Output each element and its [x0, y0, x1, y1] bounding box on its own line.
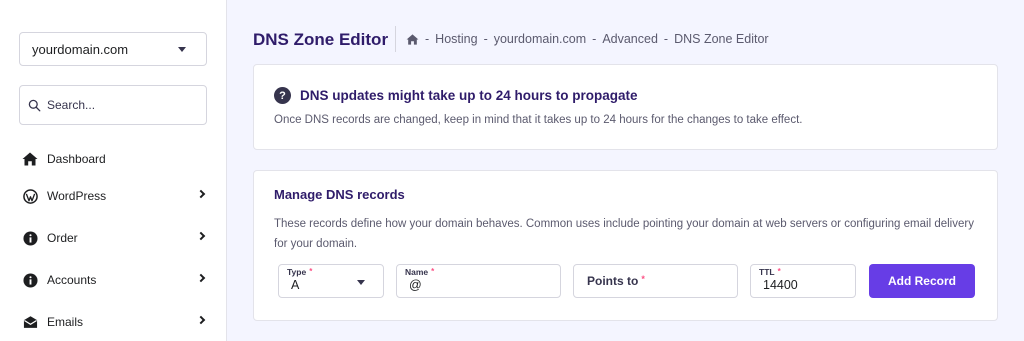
sidebar-item-accounts[interactable]: Accounts [22, 268, 212, 292]
breadcrumb-separator: - [425, 32, 430, 46]
info-icon [22, 230, 38, 246]
caret-down-icon [178, 47, 186, 52]
manage-dns-card: Manage DNS records These records define … [253, 170, 998, 321]
required-mark: * [431, 267, 435, 276]
sidebar-item-label: Dashboard [47, 152, 106, 166]
caret-down-icon [357, 280, 365, 285]
domain-select[interactable]: yourdomain.com [19, 32, 207, 66]
search-icon [28, 99, 41, 111]
home-icon[interactable] [406, 33, 419, 45]
breadcrumb-advanced[interactable]: Advanced [602, 32, 658, 46]
name-value: @ [409, 278, 422, 292]
home-icon [22, 151, 38, 167]
sidebar-item-label: WordPress [47, 189, 107, 203]
breadcrumb-current: DNS Zone Editor [674, 32, 769, 46]
notice-title-text: DNS updates might take up to 24 hours to… [300, 88, 638, 103]
envelope-icon [22, 314, 38, 330]
sidebar-item-wordpress[interactable]: WordPress [22, 184, 212, 208]
ttl-value: 14400 [763, 278, 798, 292]
breadcrumb-separator: - [592, 32, 597, 46]
page-title: DNS Zone Editor [253, 30, 389, 49]
sidebar-item-label: Accounts [47, 273, 97, 287]
sidebar: yourdomain.com Dashboard WordPress [0, 0, 227, 341]
ttl-label: TTL * [759, 267, 781, 277]
chevron-right-icon [196, 231, 206, 241]
sidebar-item-label: Order [47, 231, 78, 245]
name-label: Name * [405, 267, 435, 277]
points-to-field[interactable]: Points to * [573, 264, 738, 298]
domain-select-value: yourdomain.com [32, 41, 129, 57]
name-field[interactable]: Name * @ [396, 264, 561, 298]
title-divider [395, 26, 396, 52]
chevron-right-icon [196, 273, 206, 283]
type-select[interactable]: Type * A [278, 264, 384, 298]
breadcrumb-separator: - [483, 32, 488, 46]
breadcrumb-separator: - [663, 32, 669, 46]
sidebar-item-emails[interactable]: Emails [22, 310, 212, 334]
sidebar-item-order[interactable]: Order [22, 226, 212, 250]
add-record-button[interactable]: Add Record [869, 264, 975, 298]
breadcrumb-hosting[interactable]: Hosting [435, 32, 477, 46]
propagation-notice-card: ? DNS updates might take up to 24 hours … [253, 64, 998, 150]
required-mark: * [777, 267, 781, 276]
section-description: These records define how your domain beh… [274, 218, 974, 250]
points-to-label: Points to * [587, 274, 645, 288]
sidebar-search[interactable] [19, 85, 207, 125]
required-mark: * [309, 267, 313, 276]
info-icon [22, 272, 38, 288]
notice-title: ? DNS updates might take up to 24 hours … [274, 87, 638, 104]
chevron-right-icon [196, 315, 206, 325]
chevron-right-icon [196, 189, 206, 199]
required-mark: * [641, 274, 645, 284]
section-title: Manage DNS records [274, 187, 405, 202]
search-input[interactable] [47, 98, 197, 112]
breadcrumb: - Hosting - yourdomain.com - Advanced - … [406, 32, 769, 46]
type-value: A [291, 278, 300, 292]
notice-description: Once DNS records are changed, keep in mi… [274, 114, 803, 126]
wordpress-icon [22, 188, 38, 204]
breadcrumb-domain[interactable]: yourdomain.com [494, 32, 586, 46]
sidebar-item-dashboard[interactable]: Dashboard [22, 147, 212, 171]
sidebar-item-label: Emails [47, 315, 84, 329]
ttl-field[interactable]: TTL * 14400 [750, 264, 856, 298]
question-circle-icon: ? [274, 87, 291, 104]
type-label: Type * [287, 267, 313, 277]
